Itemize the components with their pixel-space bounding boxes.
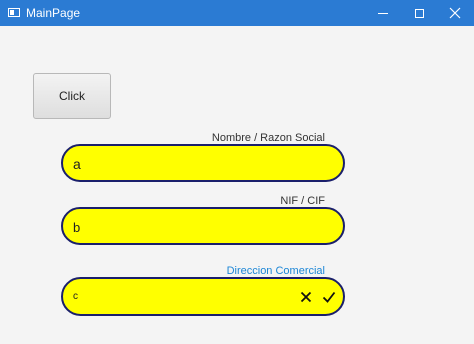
close-icon — [449, 7, 461, 19]
nif-field-value[interactable]: b — [73, 220, 80, 235]
title-bar[interactable]: MainPage — [0, 0, 474, 26]
field-label-direccion: Direccion Comercial — [226, 265, 325, 277]
maximize-icon — [414, 8, 424, 18]
window-title: MainPage — [26, 6, 81, 20]
click-button[interactable]: Click — [33, 73, 111, 119]
direccion-field-value[interactable]: c — [73, 291, 78, 302]
minimize-icon — [378, 12, 388, 14]
nif-field[interactable]: b — [61, 207, 345, 245]
direccion-field[interactable]: c — [61, 277, 345, 316]
close-button[interactable] — [438, 0, 472, 26]
field-label-nif: NIF / CIF — [280, 195, 325, 207]
field-label-nombre: Nombre / Razon Social — [211, 132, 325, 144]
check-icon[interactable] — [322, 290, 336, 304]
clear-icon[interactable] — [299, 290, 313, 304]
minimize-button[interactable] — [366, 0, 400, 26]
app-window-icon — [8, 8, 20, 17]
nombre-field[interactable]: a — [61, 144, 345, 182]
maximize-button[interactable] — [402, 0, 436, 26]
nombre-field-value[interactable]: a — [73, 156, 81, 172]
